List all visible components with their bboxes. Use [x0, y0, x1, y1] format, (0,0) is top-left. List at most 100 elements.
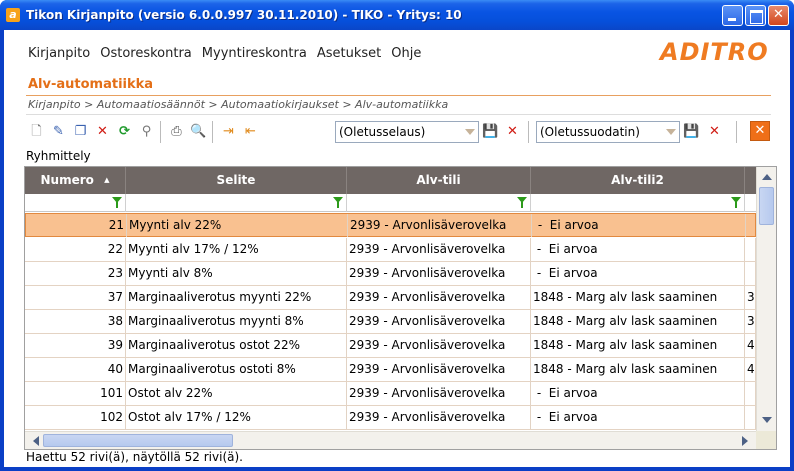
- cell-alv-tili2[interactable]: 1848 - Marg alv lask saaminen: [531, 310, 745, 333]
- menu-item-kirjanpito[interactable]: Kirjanpito: [28, 46, 90, 61]
- cell-extra[interactable]: [745, 406, 756, 429]
- maximize-button[interactable]: [745, 5, 766, 26]
- column-header-alv-tili2[interactable]: Alv-tili2: [531, 167, 745, 194]
- filter-cell-selite[interactable]: [126, 194, 347, 212]
- cell-alv-tili[interactable]: 2939 - Arvonlisäverovelka: [347, 310, 531, 333]
- cell-alv-tili[interactable]: 2939 - Arvonlisäverovelka: [347, 406, 531, 429]
- table-row[interactable]: 39 Marginaaliverotus ostot 22% 2939 - Ar…: [25, 334, 756, 358]
- cell-extra[interactable]: 3: [745, 310, 756, 333]
- table-row[interactable]: 23 Myynti alv 8% 2939 - Arvonlisäverovel…: [25, 262, 756, 286]
- export-icon[interactable]: ⇥: [220, 123, 237, 140]
- cell-alv-tili[interactable]: 2939 - Arvonlisäverovelka: [347, 262, 531, 285]
- column-header-alv-tili[interactable]: Alv-tili: [347, 167, 531, 194]
- cell-alv-tili[interactable]: 2939 - Arvonlisäverovelka: [347, 382, 531, 405]
- cell-alv-tili2[interactable]: 1848 - Marg alv lask saaminen: [531, 286, 745, 309]
- scroll-up-icon[interactable]: [760, 170, 774, 184]
- filter-cell-numero[interactable]: [25, 194, 126, 212]
- breadcrumb[interactable]: Kirjanpito > Automaatiosäännöt > Automaa…: [28, 98, 448, 111]
- cell-numero[interactable]: 23: [25, 262, 126, 285]
- new-document-icon[interactable]: 🗋: [28, 123, 45, 140]
- delete-filter-icon[interactable]: ✕: [706, 123, 723, 140]
- minimize-button[interactable]: [722, 5, 743, 26]
- filter-icon[interactable]: [112, 197, 122, 208]
- cell-selite[interactable]: Myynti alv 22%: [127, 214, 348, 237]
- filter-cell-alv-tili[interactable]: [347, 194, 531, 212]
- cell-alv-tili2[interactable]: 1848 - Marg alv lask saaminen: [531, 334, 745, 357]
- table-row[interactable]: 102 Ostot alv 17% / 12% 2939 - Arvonlisä…: [25, 406, 756, 430]
- scroll-right-icon[interactable]: [738, 434, 752, 448]
- cell-selite[interactable]: Marginaaliverotus myynti 22%: [126, 286, 347, 309]
- column-header-selite[interactable]: Selite: [126, 167, 347, 194]
- cell-numero[interactable]: 40: [25, 358, 126, 381]
- cell-selite[interactable]: Myynti alv 8%: [126, 262, 347, 285]
- title-bar[interactable]: a Tikon Kirjanpito (versio 6.0.0.997 30.…: [0, 0, 794, 30]
- delete-view-icon[interactable]: ✕: [504, 123, 521, 140]
- cell-alv-tili2[interactable]: - Ei arvoa: [531, 262, 745, 285]
- cell-selite[interactable]: Ostot alv 17% / 12%: [126, 406, 347, 429]
- table-row[interactable]: 101 Ostot alv 22% 2939 - Arvonlisäverove…: [25, 382, 756, 406]
- view-select[interactable]: (Oletusselaus): [335, 121, 479, 143]
- cell-numero[interactable]: 22: [25, 238, 126, 261]
- table-row[interactable]: 40 Marginaaliverotus ostoti 8% 2939 - Ar…: [25, 358, 756, 382]
- vertical-scroll-thumb[interactable]: [759, 187, 774, 225]
- cell-numero[interactable]: 39: [25, 334, 126, 357]
- cell-numero[interactable]: 102: [25, 406, 126, 429]
- tiko-app-icon[interactable]: a: [6, 8, 20, 22]
- menu-item-ohje[interactable]: Ohje: [391, 46, 421, 61]
- close-view-button[interactable]: ✕: [750, 121, 770, 141]
- print-preview-icon[interactable]: 🔍: [190, 123, 207, 140]
- cell-alv-tili[interactable]: 2939 - Arvonlisäverovelka: [347, 286, 531, 309]
- column-header-extra[interactable]: [745, 167, 756, 194]
- filter-icon[interactable]: [517, 197, 527, 208]
- filter-cell-alv-tili2[interactable]: [531, 194, 745, 212]
- cell-alv-tili[interactable]: 2939 - Arvonlisäverovelka: [347, 238, 531, 261]
- print-icon[interactable]: ⎙: [168, 123, 185, 140]
- cell-selite[interactable]: Myynti alv 17% / 12%: [126, 238, 347, 261]
- cell-alv-tili2[interactable]: - Ei arvoa: [531, 382, 745, 405]
- filter-select[interactable]: (Oletussuodatin): [536, 121, 680, 143]
- cell-extra[interactable]: [745, 262, 756, 285]
- cell-alv-tili2[interactable]: - Ei arvoa: [532, 214, 746, 237]
- refresh-icon[interactable]: ⟳: [116, 123, 133, 140]
- cell-numero[interactable]: 101: [25, 382, 126, 405]
- cell-extra[interactable]: [745, 238, 756, 261]
- close-window-button[interactable]: [768, 5, 789, 26]
- cell-numero[interactable]: 21: [26, 214, 127, 237]
- cell-selite[interactable]: Marginaaliverotus myynti 8%: [126, 310, 347, 333]
- cell-extra[interactable]: [745, 382, 756, 405]
- copy-document-icon[interactable]: ❐: [72, 123, 89, 140]
- column-header-numero[interactable]: Numero ▲: [25, 167, 126, 194]
- table-row[interactable]: 21 Myynti alv 22% 2939 - Arvonlisäverove…: [25, 213, 757, 237]
- vertical-scrollbar[interactable]: [756, 167, 776, 431]
- cell-alv-tili2[interactable]: - Ei arvoa: [531, 238, 745, 261]
- table-row[interactable]: 37 Marginaaliverotus myynti 22% 2939 - A…: [25, 286, 756, 310]
- cell-selite[interactable]: Ostot alv 22%: [126, 382, 347, 405]
- cell-extra[interactable]: 4: [745, 334, 756, 357]
- filter-icon[interactable]: [731, 197, 741, 208]
- cell-selite[interactable]: Marginaaliverotus ostoti 8%: [126, 358, 347, 381]
- cell-numero[interactable]: 37: [25, 286, 126, 309]
- table-row[interactable]: 22 Myynti alv 17% / 12% 2939 - Arvonlisä…: [25, 238, 756, 262]
- table-row[interactable]: 38 Marginaaliverotus myynti 8% 2939 - Ar…: [25, 310, 756, 334]
- cell-selite[interactable]: Marginaaliverotus ostot 22%: [126, 334, 347, 357]
- cell-numero[interactable]: 38: [25, 310, 126, 333]
- cell-extra[interactable]: 4: [745, 358, 756, 381]
- menu-item-asetukset[interactable]: Asetukset: [317, 46, 381, 61]
- delete-icon[interactable]: ✕: [94, 123, 111, 140]
- cell-alv-tili[interactable]: 2939 - Arvonlisäverovelka: [347, 358, 531, 381]
- menu-item-myyntireskontra[interactable]: Myyntireskontra: [202, 46, 307, 61]
- filter-icon[interactable]: [333, 197, 343, 208]
- cell-alv-tili2[interactable]: 1848 - Marg alv lask saaminen: [531, 358, 745, 381]
- edit-document-icon[interactable]: ✎: [50, 123, 67, 140]
- search-icon[interactable]: ⚲: [138, 123, 155, 140]
- menu-item-ostoreskontra[interactable]: Ostoreskontra: [100, 46, 192, 61]
- horizontal-scrollbar[interactable]: [25, 431, 756, 449]
- cell-alv-tili[interactable]: 2939 - Arvonlisäverovelka: [347, 334, 531, 357]
- cell-extra[interactable]: 3: [745, 286, 756, 309]
- import-icon[interactable]: ⇤: [242, 123, 259, 140]
- horizontal-scroll-thumb[interactable]: [43, 434, 233, 447]
- cell-alv-tili2[interactable]: - Ei arvoa: [531, 406, 745, 429]
- save-view-icon[interactable]: 💾: [482, 123, 499, 140]
- filter-cell-extra[interactable]: [745, 194, 756, 212]
- cell-alv-tili[interactable]: 2939 - Arvonlisäverovelka: [348, 214, 532, 237]
